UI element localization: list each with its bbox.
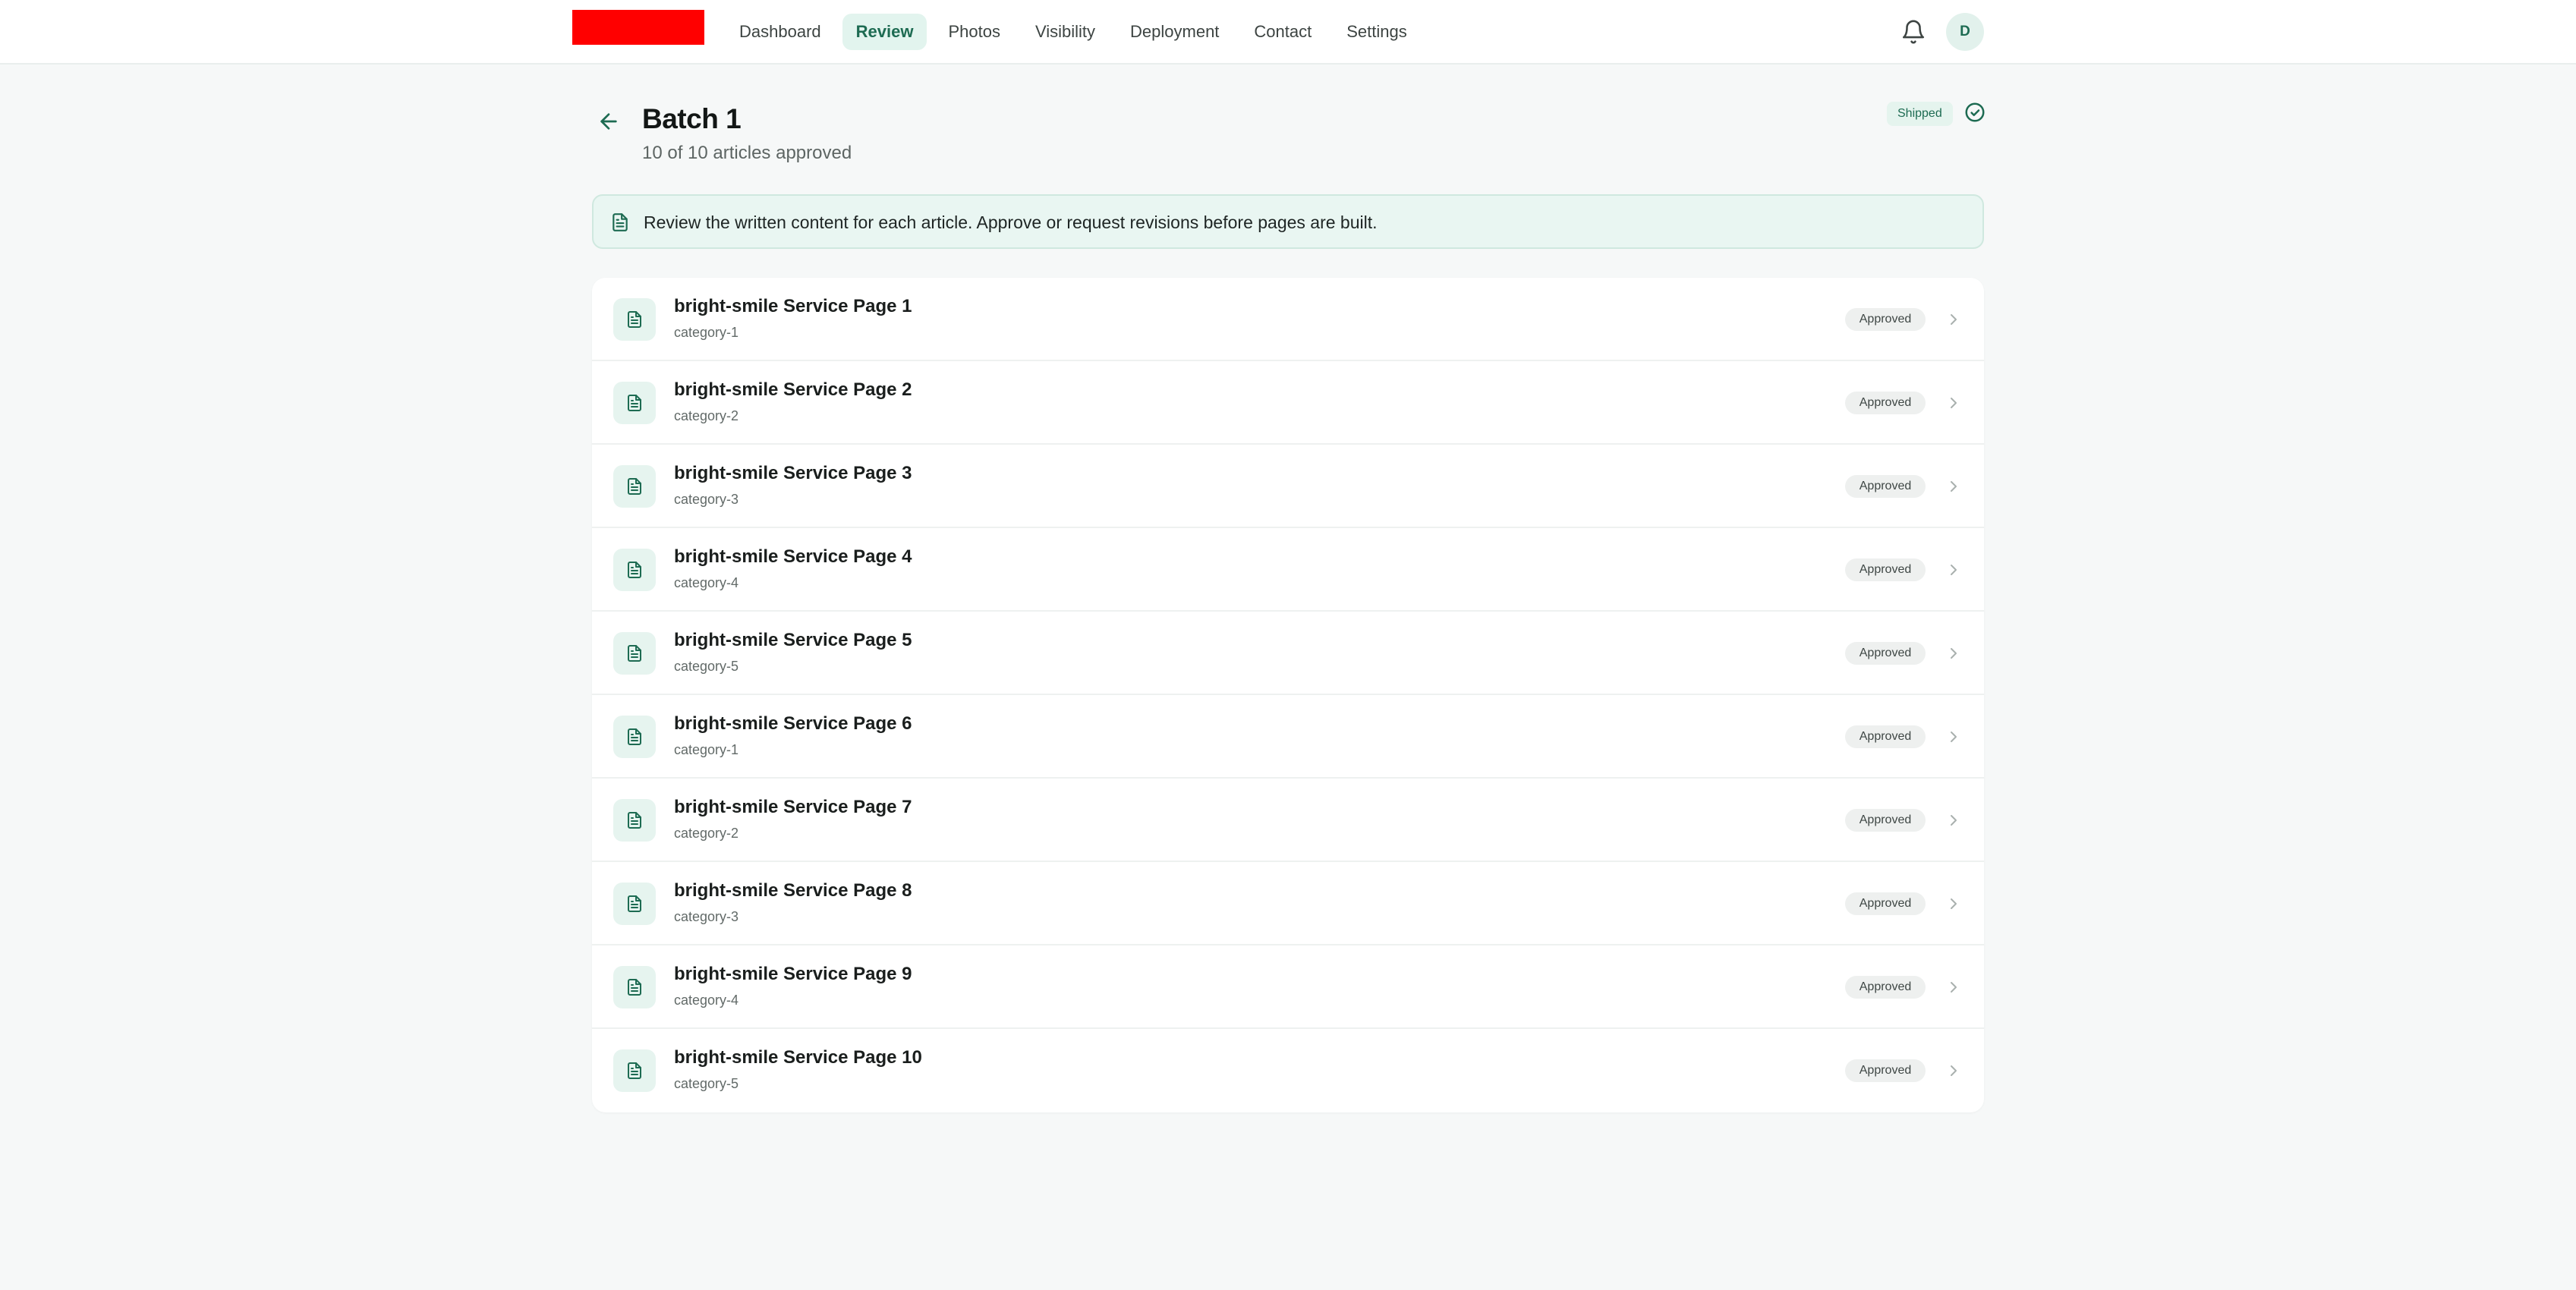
article-category: category-3 <box>674 492 739 507</box>
chevron-right-icon[interactable] <box>1945 477 1963 496</box>
article-row-6[interactable]: bright-smile Service Page 6 category-1 A… <box>592 695 1984 779</box>
status-badge-approved: Approved <box>1845 1059 1926 1082</box>
page-subtitle: 10 of 10 articles approved <box>642 143 852 163</box>
article-list: bright-smile Service Page 1 category-1 A… <box>592 278 1984 1112</box>
article-title: bright-smile Service Page 1 <box>674 296 912 316</box>
article-category: category-1 <box>674 742 739 757</box>
status-badge-shipped: Shipped <box>1887 102 1953 126</box>
chevron-right-icon[interactable] <box>1945 1062 1963 1080</box>
article-category: category-4 <box>674 993 739 1008</box>
banner-text: Review the written content for each arti… <box>644 212 1378 232</box>
document-icon <box>613 632 656 675</box>
document-icon <box>613 883 656 925</box>
article-row-8[interactable]: bright-smile Service Page 8 category-3 A… <box>592 862 1984 945</box>
article-row-9[interactable]: bright-smile Service Page 9 category-4 A… <box>592 945 1984 1029</box>
chevron-right-icon[interactable] <box>1945 394 1963 412</box>
chevron-right-icon[interactable] <box>1945 811 1963 829</box>
document-icon <box>613 966 656 1008</box>
circle-check-icon <box>1963 101 1986 124</box>
article-title: bright-smile Service Page 2 <box>674 379 912 400</box>
arrow-left-icon[interactable] <box>597 109 621 134</box>
chevron-right-icon[interactable] <box>1945 561 1963 579</box>
article-category: category-5 <box>674 1076 739 1091</box>
document-icon <box>613 716 656 758</box>
article-title: bright-smile Service Page 8 <box>674 880 912 901</box>
article-category: category-1 <box>674 325 739 340</box>
article-title: bright-smile Service Page 3 <box>674 463 912 483</box>
article-category: category-2 <box>674 408 739 423</box>
article-row-7[interactable]: bright-smile Service Page 7 category-2 A… <box>592 779 1984 862</box>
page-title: Batch 1 <box>642 103 742 134</box>
document-icon <box>610 212 630 232</box>
article-title: bright-smile Service Page 9 <box>674 964 912 984</box>
document-icon <box>613 382 656 424</box>
chevron-right-icon[interactable] <box>1945 728 1963 746</box>
top-navigation-bar: Dashboard Review Photos Visibility Deplo… <box>0 0 2576 64</box>
brand-logo[interactable] <box>572 10 704 45</box>
document-icon <box>613 1049 656 1092</box>
chevron-right-icon[interactable] <box>1945 978 1963 996</box>
article-category: category-5 <box>674 659 739 674</box>
status-badge-approved: Approved <box>1845 475 1926 498</box>
nav-item-settings[interactable]: Settings <box>1333 14 1421 50</box>
info-banner: Review the written content for each arti… <box>592 194 1984 249</box>
status-badge-approved: Approved <box>1845 558 1926 581</box>
document-icon <box>613 465 656 508</box>
status-badge-approved: Approved <box>1845 642 1926 665</box>
chevron-right-icon[interactable] <box>1945 895 1963 913</box>
article-row-3[interactable]: bright-smile Service Page 3 category-3 A… <box>592 445 1984 528</box>
status-badge-approved: Approved <box>1845 308 1926 331</box>
status-badge-approved: Approved <box>1845 392 1926 414</box>
article-title: bright-smile Service Page 7 <box>674 797 912 817</box>
document-icon <box>613 799 656 842</box>
nav-item-dashboard[interactable]: Dashboard <box>726 14 835 50</box>
nav-item-review[interactable]: Review <box>842 14 927 50</box>
document-icon <box>613 549 656 591</box>
article-category: category-3 <box>674 909 739 924</box>
article-title: bright-smile Service Page 10 <box>674 1047 922 1068</box>
article-title: bright-smile Service Page 5 <box>674 630 912 650</box>
status-badge-approved: Approved <box>1845 725 1926 748</box>
status-badge-approved: Approved <box>1845 892 1926 915</box>
nav-item-contact[interactable]: Contact <box>1240 14 1325 50</box>
chevron-right-icon[interactable] <box>1945 310 1963 329</box>
main-nav: Dashboard Review Photos Visibility Deplo… <box>726 14 1421 50</box>
article-row-5[interactable]: bright-smile Service Page 5 category-5 A… <box>592 612 1984 695</box>
article-row-2[interactable]: bright-smile Service Page 2 category-2 A… <box>592 361 1984 445</box>
article-row-1[interactable]: bright-smile Service Page 1 category-1 A… <box>592 278 1984 361</box>
user-avatar[interactable]: D <box>1946 13 1984 51</box>
nav-item-deployment[interactable]: Deployment <box>1116 14 1233 50</box>
bell-icon[interactable] <box>1901 19 1926 45</box>
nav-item-photos[interactable]: Photos <box>934 14 1014 50</box>
document-icon <box>613 298 656 341</box>
status-badge-approved: Approved <box>1845 976 1926 999</box>
chevron-right-icon[interactable] <box>1945 644 1963 662</box>
article-title: bright-smile Service Page 6 <box>674 713 912 734</box>
article-row-10[interactable]: bright-smile Service Page 10 category-5 … <box>592 1029 1984 1112</box>
status-badge-approved: Approved <box>1845 809 1926 832</box>
article-row-4[interactable]: bright-smile Service Page 4 category-4 A… <box>592 528 1984 612</box>
article-category: category-4 <box>674 575 739 590</box>
nav-item-visibility[interactable]: Visibility <box>1022 14 1109 50</box>
article-category: category-2 <box>674 826 739 841</box>
article-title: bright-smile Service Page 4 <box>674 546 912 567</box>
